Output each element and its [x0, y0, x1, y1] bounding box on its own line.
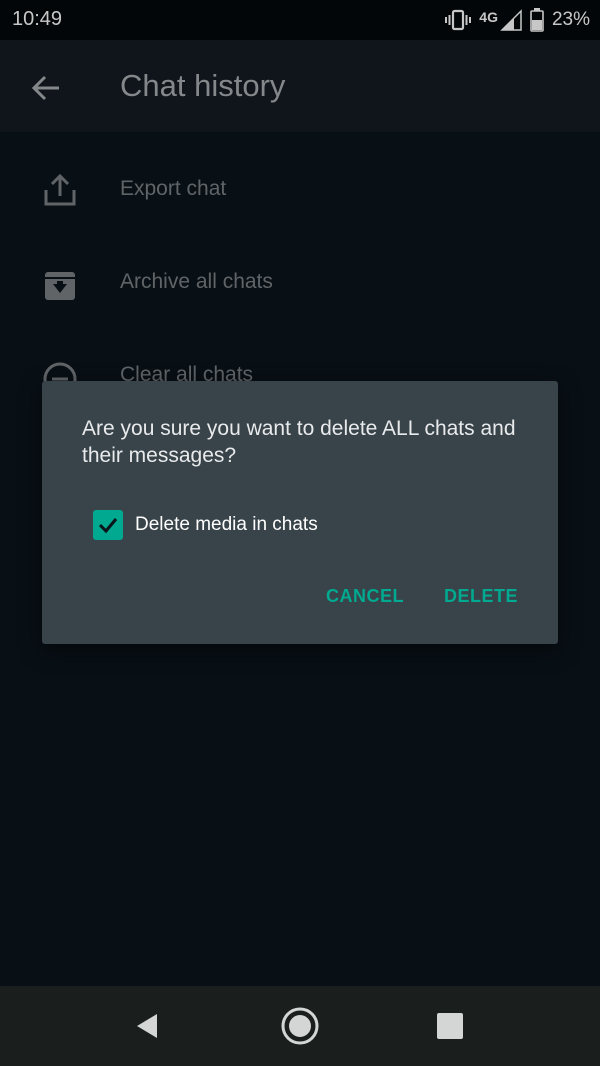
delete-button[interactable]: DELETE — [444, 586, 518, 607]
delete-media-checkbox[interactable] — [93, 510, 123, 540]
delete-chats-dialog: Are you sure you want to delete ALL chat… — [42, 381, 558, 644]
checkbox-label: Delete media in chats — [135, 514, 318, 535]
dialog-message: Are you sure you want to delete ALL chat… — [82, 417, 516, 467]
nav-home-icon[interactable] — [280, 1006, 320, 1046]
cancel-button[interactable]: CANCEL — [326, 586, 404, 607]
navigation-bar — [0, 986, 600, 1066]
checkmark-icon — [98, 518, 118, 534]
nav-recents-icon[interactable] — [430, 1006, 470, 1046]
dialog-actions: CANCEL DELETE — [326, 586, 518, 607]
nav-back-icon[interactable] — [128, 1006, 168, 1046]
delete-media-checkbox-row[interactable]: Delete media in chats — [93, 509, 318, 541]
